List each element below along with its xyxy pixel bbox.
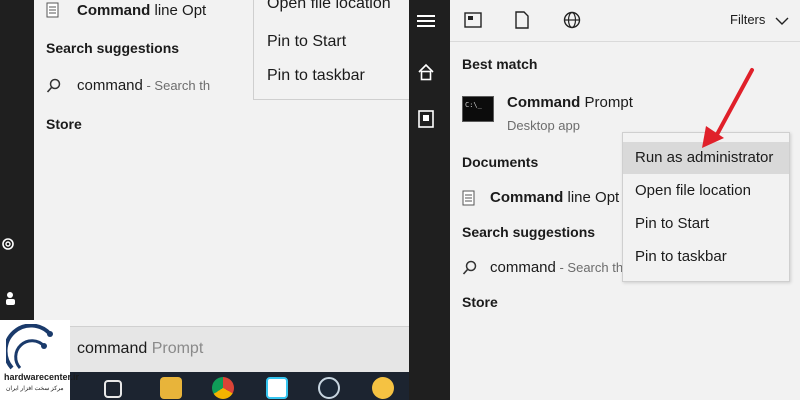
left-context-menu: Open file location Pin to Start Pin to t… [253,0,433,100]
search-typed-text: command [77,340,148,357]
search-completion-text: Prompt [147,340,204,357]
suggestion-hint: - Search th [555,260,624,275]
search-box[interactable]: command Prompt [34,326,409,372]
menu-open-file-location[interactable]: Open file location [267,0,391,13]
apps-scope-icon[interactable] [464,12,482,33]
document-result-rest: line Opt [150,2,207,19]
menu-pin-to-start[interactable]: Pin to Start [267,33,346,51]
suggestion-hint: - Search th [142,78,211,93]
globe-icon[interactable] [563,11,581,34]
menu-pin-to-taskbar[interactable]: Pin to taskbar [623,241,789,273]
svg-text:C:\_: C:\_ [465,101,483,109]
document-result-rest: line Opt [563,189,620,206]
file-explorer-icon[interactable] [160,377,182,399]
menu-pin-to-start[interactable]: Pin to Start [623,208,789,240]
settings-icon[interactable] [0,236,16,252]
store-header: Store [46,116,82,132]
document-icon [46,2,60,23]
paint-icon[interactable] [372,377,394,399]
document-scope-icon[interactable] [514,11,530,34]
right-navigation-rail [410,0,450,400]
document-result-bold: Command [490,189,564,206]
logo-tagline: مرکز سخت افزار ایران [6,386,64,392]
people-icon[interactable] [0,290,16,306]
filters-label: Filters [730,12,766,27]
slack-icon[interactable] [266,377,288,399]
hamburger-menu-icon[interactable] [417,14,435,33]
task-view-icon[interactable] [104,380,122,398]
suggestion-text: command [77,77,143,94]
logo-circuit-icon [6,324,53,370]
best-match-title[interactable]: Command Prompt [507,94,633,111]
suggestion-text: command [490,259,556,276]
left-search-results-panel: Command line Opt Search suggestions comm… [34,0,433,330]
document-result-item[interactable]: Command line Opt [77,2,206,19]
best-match-header: Best match [462,56,538,72]
best-match-title-bold: Command [507,94,581,111]
document-icon [462,190,476,211]
search-icon [46,78,62,99]
document-result-item[interactable]: Command line Opt [490,189,619,206]
filters-dropdown[interactable]: Filters [730,12,789,28]
store-header: Store [462,294,498,310]
best-match-subtitle: Desktop app [507,118,580,133]
documents-header: Documents [462,154,539,170]
command-prompt-icon: C:\_ [462,96,494,122]
search-box-text: command Prompt [77,340,203,358]
suggestion-item[interactable]: command - Search th [77,77,210,94]
red-arrow-annotation [702,68,754,148]
documents-rail-icon[interactable] [418,110,434,133]
menu-pin-to-taskbar[interactable]: Pin to taskbar [267,67,365,85]
menu-open-file-location[interactable]: Open file location [623,175,789,207]
steam-icon[interactable] [318,377,340,399]
search-suggestions-header: Search suggestions [462,224,596,240]
search-suggestions-header: Search suggestions [46,40,180,56]
search-icon [462,260,478,281]
document-result-bold: Command [77,2,151,19]
chrome-icon[interactable] [212,377,234,399]
logo-name: hardwarecenter.ir [4,372,80,382]
home-icon[interactable] [417,63,435,86]
best-match-title-rest: Prompt [580,94,633,111]
suggestion-item[interactable]: command - Search th [490,259,623,276]
chevron-down-icon [775,13,789,28]
